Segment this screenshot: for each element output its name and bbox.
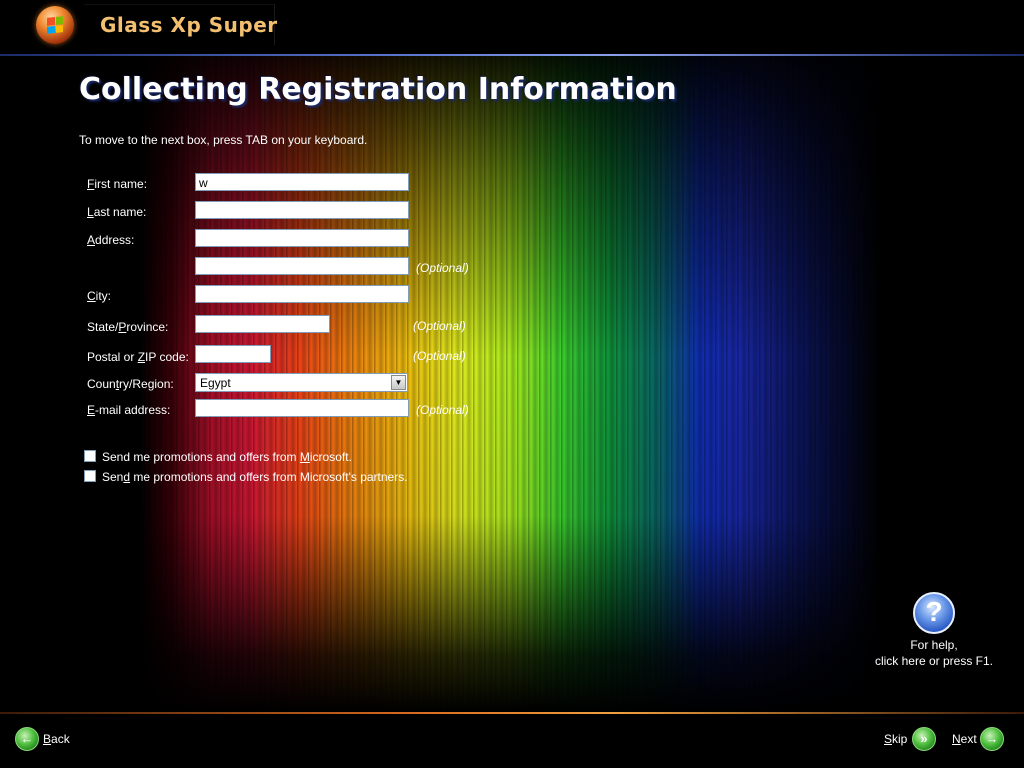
partner-promotions-checkbox[interactable] <box>84 470 96 482</box>
city-input[interactable] <box>195 285 409 303</box>
address-label: Address: <box>87 233 135 247</box>
dropdown-arrow-icon[interactable]: ▼ <box>391 375 406 390</box>
postal-input[interactable] <box>195 345 271 363</box>
skip-button[interactable]: Skip <box>884 732 907 746</box>
country-label: Country/Region: <box>87 377 174 391</box>
first-name-label: First name: <box>87 177 148 191</box>
footer-bar <box>0 714 1024 768</box>
back-arrow-icon[interactable]: ← <box>15 727 39 751</box>
address-line2-optional-note: (Optional) <box>416 261 469 275</box>
microsoft-promotions-checkbox[interactable] <box>84 450 96 462</box>
email-optional-note: (Optional) <box>416 403 469 417</box>
postal-optional-note: (Optional) <box>413 349 466 363</box>
next-button[interactable]: Next <box>952 732 977 746</box>
next-arrow-icon[interactable]: → <box>980 727 1004 751</box>
state-input[interactable] <box>195 315 330 333</box>
help-text[interactable]: For help, click here or press F1. <box>860 637 1008 669</box>
country-select[interactable]: Egypt ▼ <box>195 373 408 392</box>
instruction-text: To move to the next box, press TAB on yo… <box>79 133 368 147</box>
skip-fast-forward-icon[interactable]: » <box>912 727 936 751</box>
help-question-icon[interactable]: ? <box>913 592 955 634</box>
partner-promotions-label[interactable]: Send me promotions and offers from Micro… <box>102 470 408 484</box>
city-label: City: <box>87 289 112 303</box>
last-name-input[interactable] <box>195 201 409 219</box>
windows-flag-icon <box>47 16 63 34</box>
state-optional-note: (Optional) <box>413 319 466 333</box>
first-name-input[interactable]: w <box>195 173 409 191</box>
email-input[interactable] <box>195 399 409 417</box>
postal-label: Postal or ZIP code: <box>87 350 189 364</box>
address-line2-input[interactable] <box>195 257 409 275</box>
state-label: State/Province: <box>87 320 169 334</box>
back-button[interactable]: Back <box>43 732 70 746</box>
help-text-line2: click here or press F1. <box>874 654 994 668</box>
last-name-label: Last name: <box>87 205 147 219</box>
microsoft-promotions-label[interactable]: Send me promotions and offers from Micro… <box>102 450 352 464</box>
page-title: Collecting Registration Information <box>79 72 677 107</box>
address-input[interactable] <box>195 229 409 247</box>
app-title: Glass Xp Super <box>100 13 278 37</box>
windows-orb-icon <box>36 6 74 44</box>
country-select-value: Egypt <box>200 376 231 390</box>
help-text-line1: For help, <box>910 638 958 652</box>
email-label: E-mail address: <box>87 403 171 417</box>
